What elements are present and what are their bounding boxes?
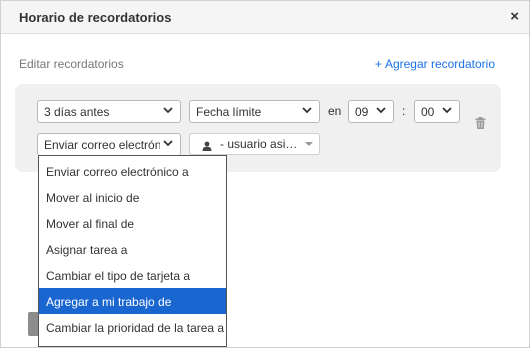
reference-date-select[interactable]: Fecha límite [189, 100, 320, 123]
action-select[interactable]: Enviar correo electrónico a [37, 133, 181, 156]
dropdown-option[interactable]: Cambiar el tipo de tarjeta a [39, 262, 226, 288]
chevron-down-icon [162, 104, 174, 116]
dropdown-option[interactable]: Enviar correo electrónico a [39, 158, 226, 184]
reference-value: Fecha límite [196, 105, 262, 119]
user-icon [202, 140, 212, 151]
close-icon[interactable]: × [510, 8, 519, 25]
chevron-down-icon [162, 137, 174, 149]
chevron-down-icon [301, 104, 313, 116]
reminder-schedule-dialog: Horario de recordatorios × Editar record… [0, 0, 530, 348]
trash-icon[interactable] [475, 117, 486, 129]
minute-select[interactable]: 00 [414, 100, 460, 123]
user-value: - usuario asi… [220, 137, 298, 151]
caret-down-icon [305, 142, 313, 146]
chevron-down-icon [441, 104, 453, 116]
at-label: en [328, 104, 342, 118]
dialog-title: Horario de recordatorios [19, 10, 172, 25]
user-select[interactable]: - usuario asi… [189, 133, 320, 155]
chevron-down-icon [375, 104, 387, 116]
dropdown-option[interactable]: Cambiar la prioridad de la tarea a [39, 314, 226, 340]
offset-value: 3 días antes [44, 105, 110, 119]
edit-reminders-label: Editar recordatorios [19, 57, 124, 71]
hour-select[interactable]: 09 [348, 100, 394, 123]
plus-icon: + [374, 57, 382, 71]
dropdown-option[interactable]: Mover al final de [39, 210, 226, 236]
dropdown-option[interactable]: Mover al inicio de [39, 184, 226, 210]
add-reminder-link[interactable]: + Agregar recordatorio [375, 57, 495, 71]
obscured-button[interactable] [28, 312, 38, 336]
dropdown-option[interactable]: Asignar tarea a [39, 236, 226, 262]
dialog-header: Horario de recordatorios × [1, 1, 529, 34]
add-reminder-label: Agregar recordatorio [384, 57, 495, 71]
time-separator: : [402, 104, 406, 118]
dropdown-option[interactable]: Agregar a mi trabajo de [39, 288, 226, 314]
minute-value: 00 [421, 105, 435, 119]
hour-value: 09 [355, 105, 369, 119]
offset-select[interactable]: 3 días antes [37, 100, 181, 123]
action-value: Enviar correo electrónico a [44, 138, 160, 152]
action-dropdown-list: Enviar correo electrónico a Mover al ini… [38, 155, 227, 347]
